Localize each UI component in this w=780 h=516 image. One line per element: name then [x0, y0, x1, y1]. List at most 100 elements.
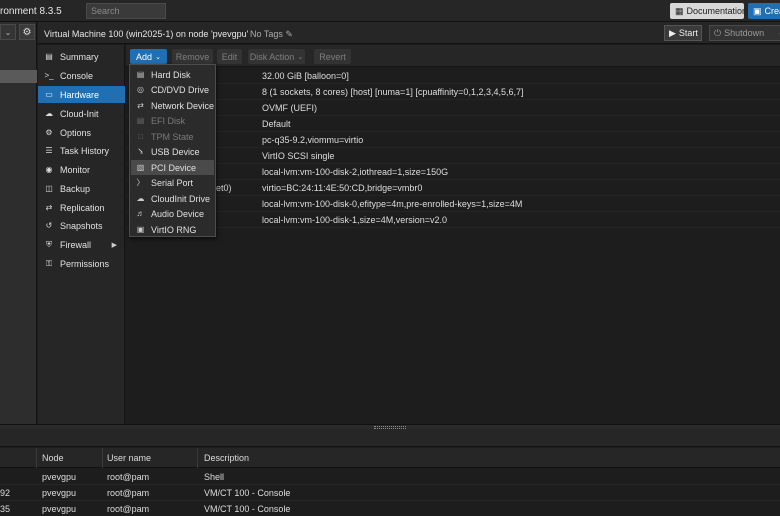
column-header-node[interactable]: Node: [42, 453, 64, 463]
hardware-value: 32.00 GiB [balloon=0]: [262, 71, 349, 81]
tasks-header: Node User name Description: [0, 448, 780, 468]
list-icon: ☰: [45, 146, 53, 155]
network-icon: ⇄: [137, 101, 144, 110]
summary-icon: ▤: [45, 52, 53, 61]
nav-item-summary[interactable]: ▤ Summary: [38, 48, 125, 65]
nav-item-options[interactable]: ⚙ Options: [38, 124, 125, 141]
task-node: pvevgpu: [42, 504, 77, 514]
table-row[interactable]: local-lvm:vm-100-disk-0,efitype=4m,pre-e…: [126, 196, 780, 212]
menu-item-cd-dvd-drive[interactable]: ◎ CD/DVD Drive: [131, 82, 214, 97]
tasks-tabbar: [0, 429, 780, 447]
nav-item-label: Permissions: [60, 258, 110, 269]
column-header-description[interactable]: Description: [204, 453, 249, 463]
hardware-value: VirtIO SCSI single: [262, 151, 335, 161]
table-row[interactable]: Default: [126, 116, 780, 132]
task-id: 92: [0, 488, 11, 498]
table-row[interactable]: 35 pvevgpu root@pam VM/CT 100 - Console: [0, 501, 780, 516]
menu-item-cloudinit-drive[interactable]: ☁ CloudInit Drive: [131, 191, 214, 206]
start-button[interactable]: ▶ Start: [664, 25, 702, 41]
menu-item-audio-device[interactable]: ♬ Audio Device: [131, 206, 214, 221]
column-separator: [36, 448, 37, 468]
top-bar: ronment 8.3.5 ▦ Documentation ▣ Crea: [0, 0, 780, 22]
nav-item-replication[interactable]: ⇄ Replication: [38, 199, 125, 216]
hdd-icon: ▤: [136, 116, 145, 125]
view-selector-dropdown[interactable]: ⌄: [0, 24, 16, 40]
resource-tree: ⌄ ⚙: [0, 22, 37, 424]
documentation-label: Documentation: [686, 6, 748, 16]
book-icon: ▦: [675, 5, 684, 16]
hardware-value: OVMF (UEFI): [262, 103, 317, 113]
menu-item-hard-disk[interactable]: ▤ Hard Disk: [131, 67, 214, 82]
unlock-icon: ⚿: [45, 258, 53, 268]
tags-editor[interactable]: No Tags ✎: [250, 29, 293, 40]
table-row[interactable]: 32.00 GiB [balloon=0]: [126, 68, 780, 84]
task-user: root@pam: [107, 472, 150, 482]
table-row[interactable]: VirtIO SCSI single: [126, 148, 780, 164]
terminal-icon: 〉: [136, 178, 145, 187]
menu-item-label: Audio Device: [151, 208, 205, 219]
chevron-down-icon: ⌄: [297, 53, 304, 61]
menu-item-usb-device[interactable]: ⭸ USB Device: [131, 144, 214, 159]
volume-icon: ♬: [136, 209, 145, 218]
cdrom-icon: ◎: [137, 85, 144, 94]
revert-button[interactable]: Revert: [314, 49, 351, 64]
menu-item-label: Hard Disk: [151, 69, 191, 80]
nav-item-label: Replication: [60, 202, 105, 213]
task-user: root@pam: [107, 488, 150, 498]
column-header-user[interactable]: User name: [107, 453, 151, 463]
table-row[interactable]: pc-q35-9.2,viommu=virtio: [126, 132, 780, 148]
monitor-icon: ▣: [753, 5, 762, 16]
nav-item-firewall[interactable]: ⛨ Firewall ▶: [38, 236, 125, 253]
menu-item-label: CloudInit Drive: [151, 193, 211, 204]
chevron-down-icon: ⌄: [4, 27, 12, 37]
nav-item-label: Task History: [60, 145, 110, 156]
tree-selected-node[interactable]: [0, 70, 37, 83]
menu-item-pci-device[interactable]: ▧ PCI Device: [131, 160, 214, 175]
table-row[interactable]: 8 (1 sockets, 8 cores) [host] [numa=1] […: [126, 84, 780, 100]
documentation-button[interactable]: ▦ Documentation: [670, 3, 747, 19]
menu-item-virtio-rng[interactable]: ▣ VirtIO RNG: [131, 222, 214, 237]
history-icon: ↺: [45, 221, 53, 230]
table-row[interactable]: pvevgpu root@pam Shell: [0, 469, 780, 485]
table-row[interactable]: local-lvm:vm-100-disk-2,iothread=1,size=…: [126, 164, 780, 180]
task-id: 35: [0, 504, 11, 514]
hardware-value: pc-q35-9.2,viommu=virtio: [262, 135, 364, 145]
edit-button[interactable]: Edit: [217, 49, 242, 64]
search-input[interactable]: [86, 3, 166, 19]
nav-item-backup[interactable]: ◫ Backup: [38, 180, 125, 197]
play-icon: ▶: [669, 27, 676, 38]
shutdown-button[interactable]: ⏻ Shutdown ⌄: [709, 25, 780, 41]
disk-action-button[interactable]: Disk Action ⌄: [248, 49, 305, 64]
remove-button[interactable]: Remove: [172, 49, 213, 64]
menu-item-efi-disk[interactable]: ▤ EFI Disk: [131, 113, 214, 128]
tasks-panel: Node User name Description pvevgpu root@…: [0, 429, 780, 516]
table-row[interactable]: et0) virtio=BC:24:11:4E:50:CD,bridge=vmb…: [126, 180, 780, 196]
add-hardware-menu: ▤ Hard Disk ◎ CD/DVD Drive ⇄ Network Dev…: [129, 64, 216, 237]
table-row[interactable]: local-lvm:vm-100-disk-1,size=4M,version=…: [126, 212, 780, 228]
nav-item-task-history[interactable]: ☰ Task History: [38, 142, 125, 159]
gear-icon: ⚙: [22, 26, 32, 38]
floppy-icon: ◫: [45, 184, 53, 193]
vm-nav: ▤ Summary >_ Console ▭ Hardware ☁ Cloud-…: [38, 45, 125, 424]
pencil-icon[interactable]: ✎: [285, 29, 293, 39]
hardware-value: Default: [262, 119, 291, 129]
tree-settings-button[interactable]: ⚙: [19, 24, 35, 40]
nav-item-console[interactable]: >_ Console: [38, 67, 125, 84]
nav-item-monitor[interactable]: ◉ Monitor: [38, 161, 125, 178]
cloud-icon: ☁: [136, 194, 145, 203]
hdd-icon: ▤: [136, 70, 145, 79]
menu-item-serial-port[interactable]: 〉 Serial Port: [131, 175, 214, 190]
table-row[interactable]: OVMF (UEFI): [126, 100, 780, 116]
nav-item-cloud-init[interactable]: ☁ Cloud-Init: [38, 105, 125, 122]
add-button[interactable]: Add ⌄: [130, 49, 167, 64]
nav-item-permissions[interactable]: ⚿ Permissions: [38, 255, 125, 272]
create-vm-button[interactable]: ▣ Crea: [748, 3, 780, 19]
menu-item-network-device[interactable]: ⇄ Network Device: [131, 98, 214, 113]
nav-item-hardware[interactable]: ▭ Hardware: [38, 86, 125, 103]
hardware-value: 8 (1 sockets, 8 cores) [host] [numa=1] […: [262, 87, 524, 97]
table-row[interactable]: 92 pvevgpu root@pam VM/CT 100 - Console: [0, 485, 780, 501]
nav-item-snapshots[interactable]: ↺ Snapshots: [38, 217, 125, 234]
menu-item-tpm-state[interactable]: □ TPM State: [131, 129, 214, 144]
chip-icon: □: [138, 132, 143, 141]
nav-item-label: Hardware: [60, 89, 100, 100]
